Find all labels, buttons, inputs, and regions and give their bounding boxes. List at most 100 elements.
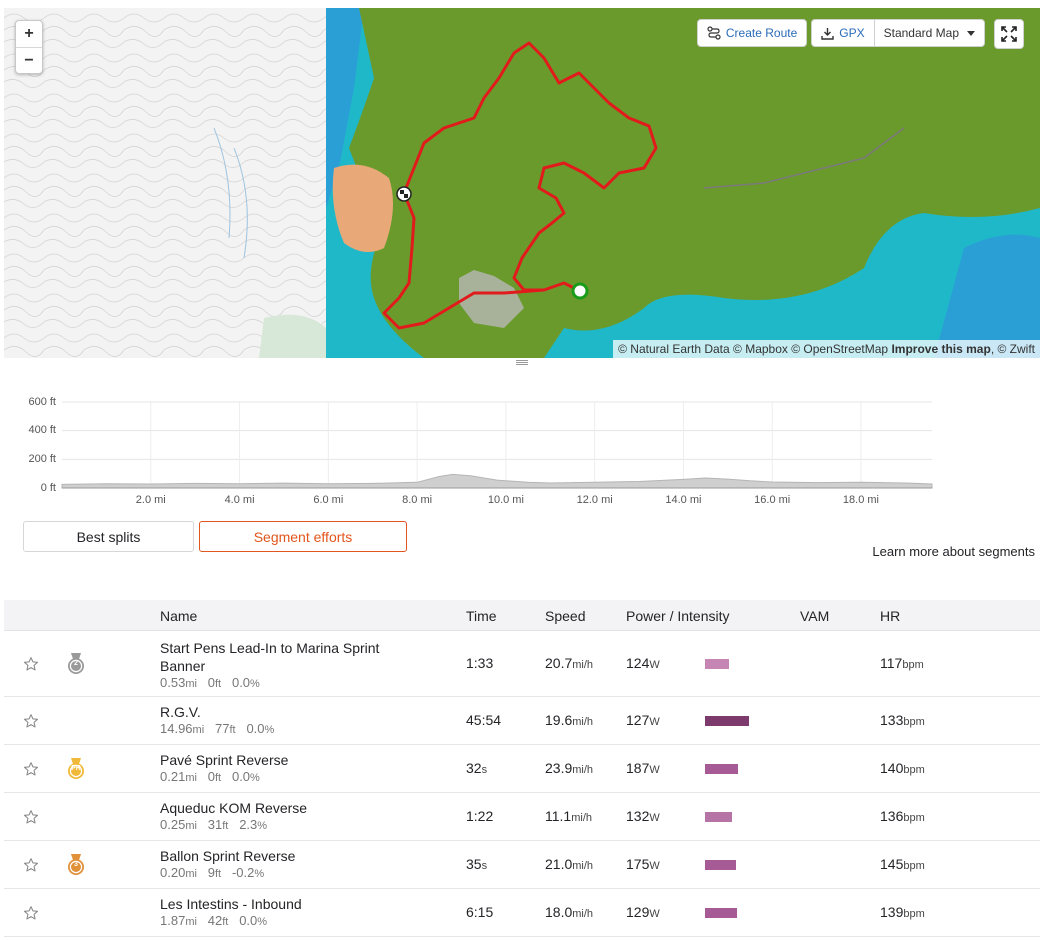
segment-distance: 1.87 (160, 913, 186, 928)
distance-unit: mi (185, 820, 197, 832)
power-value: 175 (626, 856, 650, 872)
finish-flag-icon (396, 186, 412, 202)
time-value: 45:54 (466, 712, 502, 728)
elevation-unit: ft (215, 868, 222, 880)
medal-label: 3 (74, 861, 78, 868)
star-icon[interactable] (23, 809, 39, 828)
zoom-in-button[interactable]: + (16, 21, 42, 47)
hr-unit: bpm (903, 764, 925, 776)
header-vam[interactable]: VAM (800, 608, 829, 624)
medal-label: PR (71, 765, 81, 772)
table-row[interactable]: Les Intestins - Inbound 1.87mi 42ft 0.0% 6… (4, 889, 1040, 937)
header-name[interactable]: Name (160, 608, 197, 624)
speed-unit: mi/h (572, 659, 594, 671)
grade-unit: % (264, 724, 275, 736)
segment-stats: 1.87mi 42ft 0.0% (160, 913, 267, 928)
create-route-label: Create Route (725, 26, 798, 40)
segment-distance: 0.20 (160, 865, 186, 880)
power-value: 129 (626, 904, 650, 920)
hr-value: 140 (880, 760, 904, 776)
map-resize-handle[interactable] (0, 358, 1048, 368)
header-power[interactable]: Power / Intensity (626, 608, 730, 624)
intensity-bar (705, 908, 737, 918)
elevation-chart: 600 ft 400 ft 200 ft 0 ft 2.0 mi 4.0 mi 6.… (20, 386, 940, 511)
attribution-zwift: , © Zwift (990, 342, 1035, 356)
speed-value: 21.0 (545, 856, 573, 872)
speed-unit: mi/h (571, 812, 592, 824)
star-icon[interactable] (23, 905, 39, 924)
power-value: 124 (626, 655, 650, 671)
speed-value: 19.6 (545, 712, 573, 728)
segment-elevation: 42 (207, 913, 223, 928)
speed-value: 23.9 (545, 760, 573, 776)
power-value: 187 (626, 760, 650, 776)
intensity-bar (705, 659, 729, 669)
intensity-bar (705, 764, 738, 774)
elevation-unit: ft (222, 916, 229, 928)
x-tick-label: 4.0 mi (224, 494, 255, 506)
tab-segment-efforts[interactable]: Segment efforts (199, 521, 407, 552)
create-route-button[interactable]: Create Route (696, 19, 808, 47)
map-type-select[interactable]: Standard Map (874, 19, 985, 47)
time-unit: s (481, 860, 488, 872)
x-tick-label: 8.0 mi (402, 494, 433, 506)
effort-power: 175W (626, 856, 660, 872)
effort-speed: 11.1mi/h (545, 808, 592, 824)
learn-more-segments-link[interactable]: Learn more about segments (872, 544, 1035, 559)
x-tick-label: 16.0 mi (754, 494, 791, 506)
header-hr[interactable]: HR (880, 608, 900, 624)
medal-icon: 2 (65, 652, 87, 679)
medal-icon: 3 (65, 853, 87, 880)
table-row[interactable]: 3 Ballon Sprint Reverse 0.20mi 9ft -0.2% 35… (4, 841, 1040, 889)
gpx-download-button[interactable]: GPX (811, 19, 875, 47)
star-icon[interactable] (23, 857, 39, 876)
map-type-label: Standard Map (883, 26, 959, 40)
star-icon[interactable] (23, 761, 39, 780)
map-canvas[interactable] (4, 8, 1040, 358)
segment-elevation: 31 (207, 817, 223, 832)
segment-distance: 0.53 (160, 675, 186, 690)
table-row[interactable]: Aqueduc KOM Reverse 0.25mi 31ft 2.3% 1:22 1… (4, 793, 1040, 841)
distance-unit: mi (185, 868, 197, 880)
medal-icon: PR (65, 757, 87, 784)
route-map[interactable]: + − Create Route GPX Standard Map © Natu… (4, 8, 1040, 358)
hr-unit: bpm (903, 908, 925, 920)
effort-time: 45:54 (466, 712, 501, 728)
fullscreen-button[interactable] (994, 19, 1024, 49)
grade-unit: % (257, 820, 268, 832)
hr-value: 133 (880, 712, 904, 728)
improve-map-link[interactable]: Improve this map (891, 342, 990, 356)
power-unit: W (649, 908, 660, 920)
grade-unit: % (250, 678, 260, 690)
elevation-area (61, 473, 933, 489)
table-row[interactable]: R.G.V. 14.96mi 77ft 0.0% 45:54 19.6mi/h 127W… (4, 697, 1040, 745)
distance-unit: mi (185, 678, 197, 690)
segment-name[interactable]: R.G.V. (160, 703, 420, 721)
effort-time: 32s (466, 760, 487, 776)
table-row[interactable]: 2 Start Pens Lead-In to Marina Sprint Ban… (4, 631, 1040, 697)
header-time[interactable]: Time (466, 608, 497, 624)
time-value: 35 (466, 856, 482, 872)
effort-speed: 20.7mi/h (545, 655, 593, 671)
speed-value: 11.1 (545, 808, 572, 824)
header-speed[interactable]: Speed (545, 608, 585, 624)
effort-hr: 133bpm (880, 712, 925, 728)
segment-name[interactable]: Les Intestins - Inbound (160, 895, 420, 913)
segment-name[interactable]: Aqueduc KOM Reverse (160, 799, 420, 817)
segment-name[interactable]: Pavé Sprint Reverse (160, 751, 420, 769)
star-icon[interactable] (23, 713, 39, 732)
table-row[interactable]: PR Pavé Sprint Reverse 0.21mi 0ft 0.0% 32s 2… (4, 745, 1040, 793)
x-tick-label: 6.0 mi (313, 494, 344, 506)
segment-elevation: 77 (215, 721, 230, 736)
tab-best-splits[interactable]: Best splits (23, 521, 194, 552)
zoom-out-button[interactable]: − (16, 47, 42, 73)
segment-grade: 2.3 (239, 817, 258, 832)
power-unit: W (649, 812, 660, 824)
segment-name[interactable]: Start Pens Lead-In to Marina Sprint Bann… (160, 639, 420, 675)
segment-name[interactable]: Ballon Sprint Reverse (160, 847, 420, 865)
x-tick-label: 18.0 mi (842, 494, 880, 506)
star-icon[interactable] (23, 656, 39, 675)
segment-stats: 14.96mi 77ft 0.0% (160, 721, 274, 736)
effort-time: 35s (466, 856, 487, 872)
time-value: 1:22 (466, 808, 494, 824)
